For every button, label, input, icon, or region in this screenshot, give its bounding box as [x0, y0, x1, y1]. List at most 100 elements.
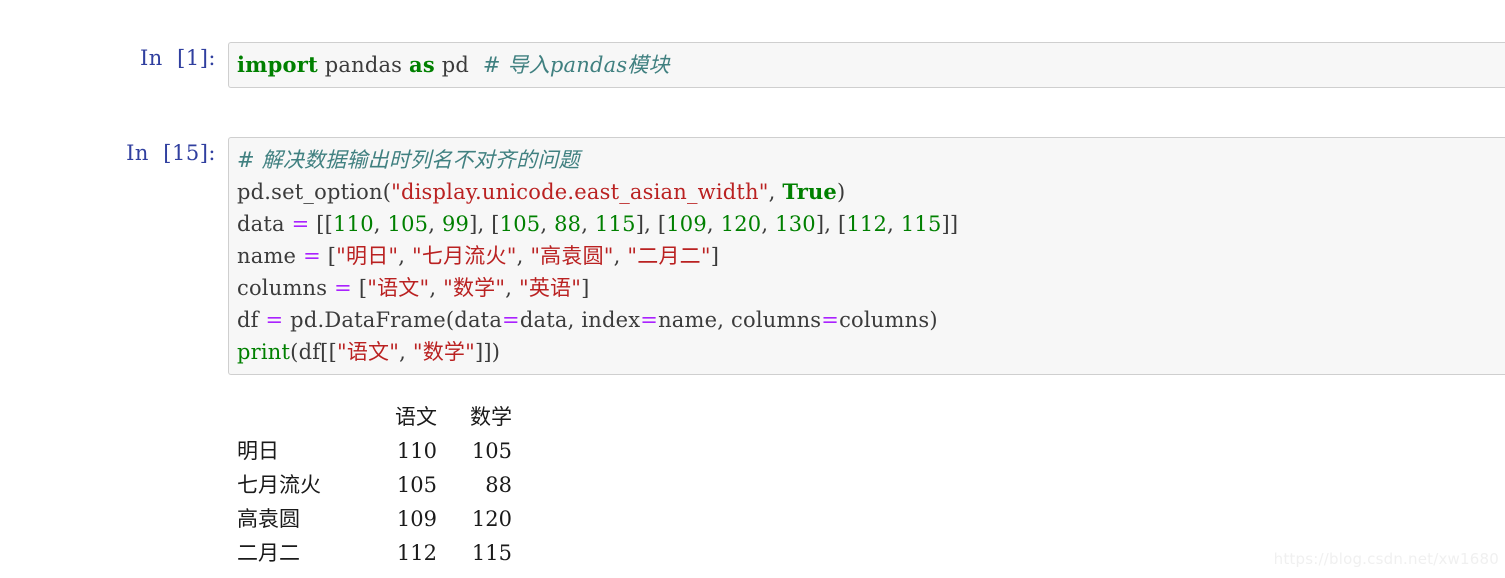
- code-token-plain: ,: [429, 276, 444, 300]
- output-cell-value: 105: [396, 473, 437, 497]
- code-token-plain: ,: [761, 212, 776, 236]
- code-token-plain: ], [: [815, 212, 847, 236]
- code-token-plain: pd.set_option(: [237, 180, 392, 204]
- output-cell-value: 120: [471, 507, 512, 531]
- code-token-plain: ]]): [474, 340, 501, 364]
- output-row: 高袁圆 109 120: [237, 502, 1505, 536]
- code-token-plain: ,: [768, 180, 783, 204]
- notebook-cell[interactable]: In [1]: import pandas as pd # 导入pandas模块: [0, 42, 1505, 88]
- code-token-op: =: [265, 308, 284, 332]
- output-cell-value: 88: [485, 473, 512, 497]
- code-token-comment: # 解决数据输出时列名不对齐的问题: [237, 148, 580, 172]
- watermark: https://blog.csdn.net/xw1680: [1273, 550, 1499, 568]
- code-token-plain: name: [237, 244, 304, 268]
- cell-input-area[interactable]: # 解决数据输出时列名不对齐的问题 pd.set_option("display.…: [228, 137, 1505, 375]
- code-token-plain: [: [351, 276, 368, 300]
- code-token-plain: ,: [428, 212, 442, 236]
- output-cell-value: 110: [396, 439, 437, 463]
- code-token-op: =: [640, 308, 659, 332]
- output-cell-value: 105: [471, 439, 512, 463]
- code-token-plain: ,: [373, 212, 388, 236]
- code-token-plain: ): [837, 180, 846, 204]
- cell-input-area[interactable]: import pandas as pd # 导入pandas模块: [228, 42, 1505, 88]
- code-token-plain: ,: [516, 244, 531, 268]
- code-token-plain: ]: [710, 244, 720, 268]
- code-token-num: 109: [666, 212, 707, 236]
- jupyter-notebook: In [1]: import pandas as pd # 导入pandas模块…: [0, 0, 1505, 578]
- code-token-num: 115: [900, 212, 942, 236]
- cell-prompt-label: In [15]:: [126, 141, 216, 165]
- code-token-num: 99: [441, 212, 470, 236]
- output-column-header: 语文: [395, 405, 437, 429]
- code-token-str: "数学": [443, 276, 506, 300]
- code-token-plain: ], [: [635, 212, 667, 236]
- code-token-plain: name, columns: [658, 308, 822, 332]
- code-token-num: 112: [846, 212, 888, 236]
- code-token-plain: ,: [398, 244, 413, 268]
- code-token-builtin: print: [237, 340, 291, 364]
- code-token-plain: df: [237, 308, 266, 332]
- output-row-index: 七月流火: [237, 473, 321, 497]
- output-row: 七月流火 105 88: [237, 468, 1505, 502]
- code-token-plain: ,: [887, 212, 901, 236]
- output-text: 语文 数学明日 110 105 七月流火 105 88 高袁圆 109 120 二月二 112 115: [228, 400, 1505, 570]
- cell-prompt-label: In [1]:: [140, 46, 216, 70]
- code-token-num: 110: [333, 212, 374, 236]
- code-token-plain: columns): [839, 308, 938, 332]
- code-token-kw: True: [782, 179, 837, 204]
- notebook-cell[interactable]: In [15]: # 解决数据输出时列名不对齐的问题 pd.set_option(…: [0, 137, 1505, 375]
- code-token-num: 105: [387, 212, 429, 236]
- code-token-num: 120: [720, 212, 762, 236]
- code-token-plain: ,: [505, 276, 519, 300]
- output-cell-value: 112: [396, 541, 437, 565]
- code-token-num: 88: [554, 212, 582, 236]
- code-token-plain: ]]: [941, 212, 959, 236]
- code-line: # 解决数据输出时列名不对齐的问题: [237, 144, 1505, 176]
- code-token-op: =: [334, 276, 352, 300]
- code-token-plain: ,: [581, 212, 595, 236]
- code-token-plain: ,: [540, 212, 555, 236]
- output-column-header: 数学: [470, 405, 512, 429]
- output-cell-value: 109: [396, 507, 437, 531]
- code-token-num: 105: [499, 212, 541, 236]
- code-token-plain: pandas: [317, 53, 410, 77]
- code-token-plain: data: [237, 212, 292, 236]
- code-token-op: =: [291, 212, 310, 236]
- code-token-str: "display.unicode.east_asian_width": [391, 180, 769, 204]
- code-token-str: "数学": [412, 340, 475, 364]
- code-token-plain: ,: [706, 212, 721, 236]
- code-token-num: 130: [775, 212, 816, 236]
- code-token-plain: ,: [613, 244, 628, 268]
- code-token-plain: data, index: [519, 308, 641, 332]
- code-token-plain: pd.DataFrame(data: [283, 308, 503, 332]
- code-token-plain: [: [320, 244, 337, 268]
- code-token-str: "英语": [519, 276, 582, 300]
- code-line: df = pd.DataFrame(data=data, index=name,…: [237, 304, 1505, 336]
- code-line: print(df[["语文", "数学"]]): [237, 336, 1505, 368]
- output-row-index: 高袁圆: [237, 507, 300, 531]
- code-token-op: =: [502, 308, 520, 332]
- code-token-str: "二月二": [627, 244, 711, 268]
- code-token-kw: as: [409, 52, 435, 77]
- code-token-op: =: [303, 244, 321, 268]
- code-token-kw: import: [237, 52, 318, 77]
- code-line: import pandas as pd # 导入pandas模块: [237, 49, 1505, 81]
- code-line: pd.set_option("display.unicode.east_asia…: [237, 176, 1505, 208]
- code-line: columns = ["语文", "数学", "英语"]: [237, 272, 1505, 304]
- code-token-plain: [[: [309, 212, 334, 236]
- code-token-plain: columns: [237, 276, 335, 300]
- code-token-plain: ], [: [469, 212, 500, 236]
- output-row: 明日 110 105: [237, 434, 1505, 468]
- code-token-str: "明日": [336, 244, 399, 268]
- code-token-op: =: [821, 308, 840, 332]
- code-token-num: 115: [595, 212, 636, 236]
- output-header-row: 语文 数学: [237, 400, 1505, 434]
- output-row-index: 二月二: [237, 541, 300, 565]
- code-line: data = [[110, 105, 99], [105, 88, 115], …: [237, 208, 1505, 240]
- output-row-index: 明日: [237, 439, 279, 463]
- output-cell-value: 115: [471, 541, 512, 565]
- code-token-str: "七月流火": [412, 244, 517, 268]
- code-token-plain: ,: [399, 340, 413, 364]
- cell-output: 语文 数学明日 110 105 七月流火 105 88 高袁圆 109 120 二月二 112 115: [0, 400, 1505, 570]
- code-token-plain: ]: [581, 276, 590, 300]
